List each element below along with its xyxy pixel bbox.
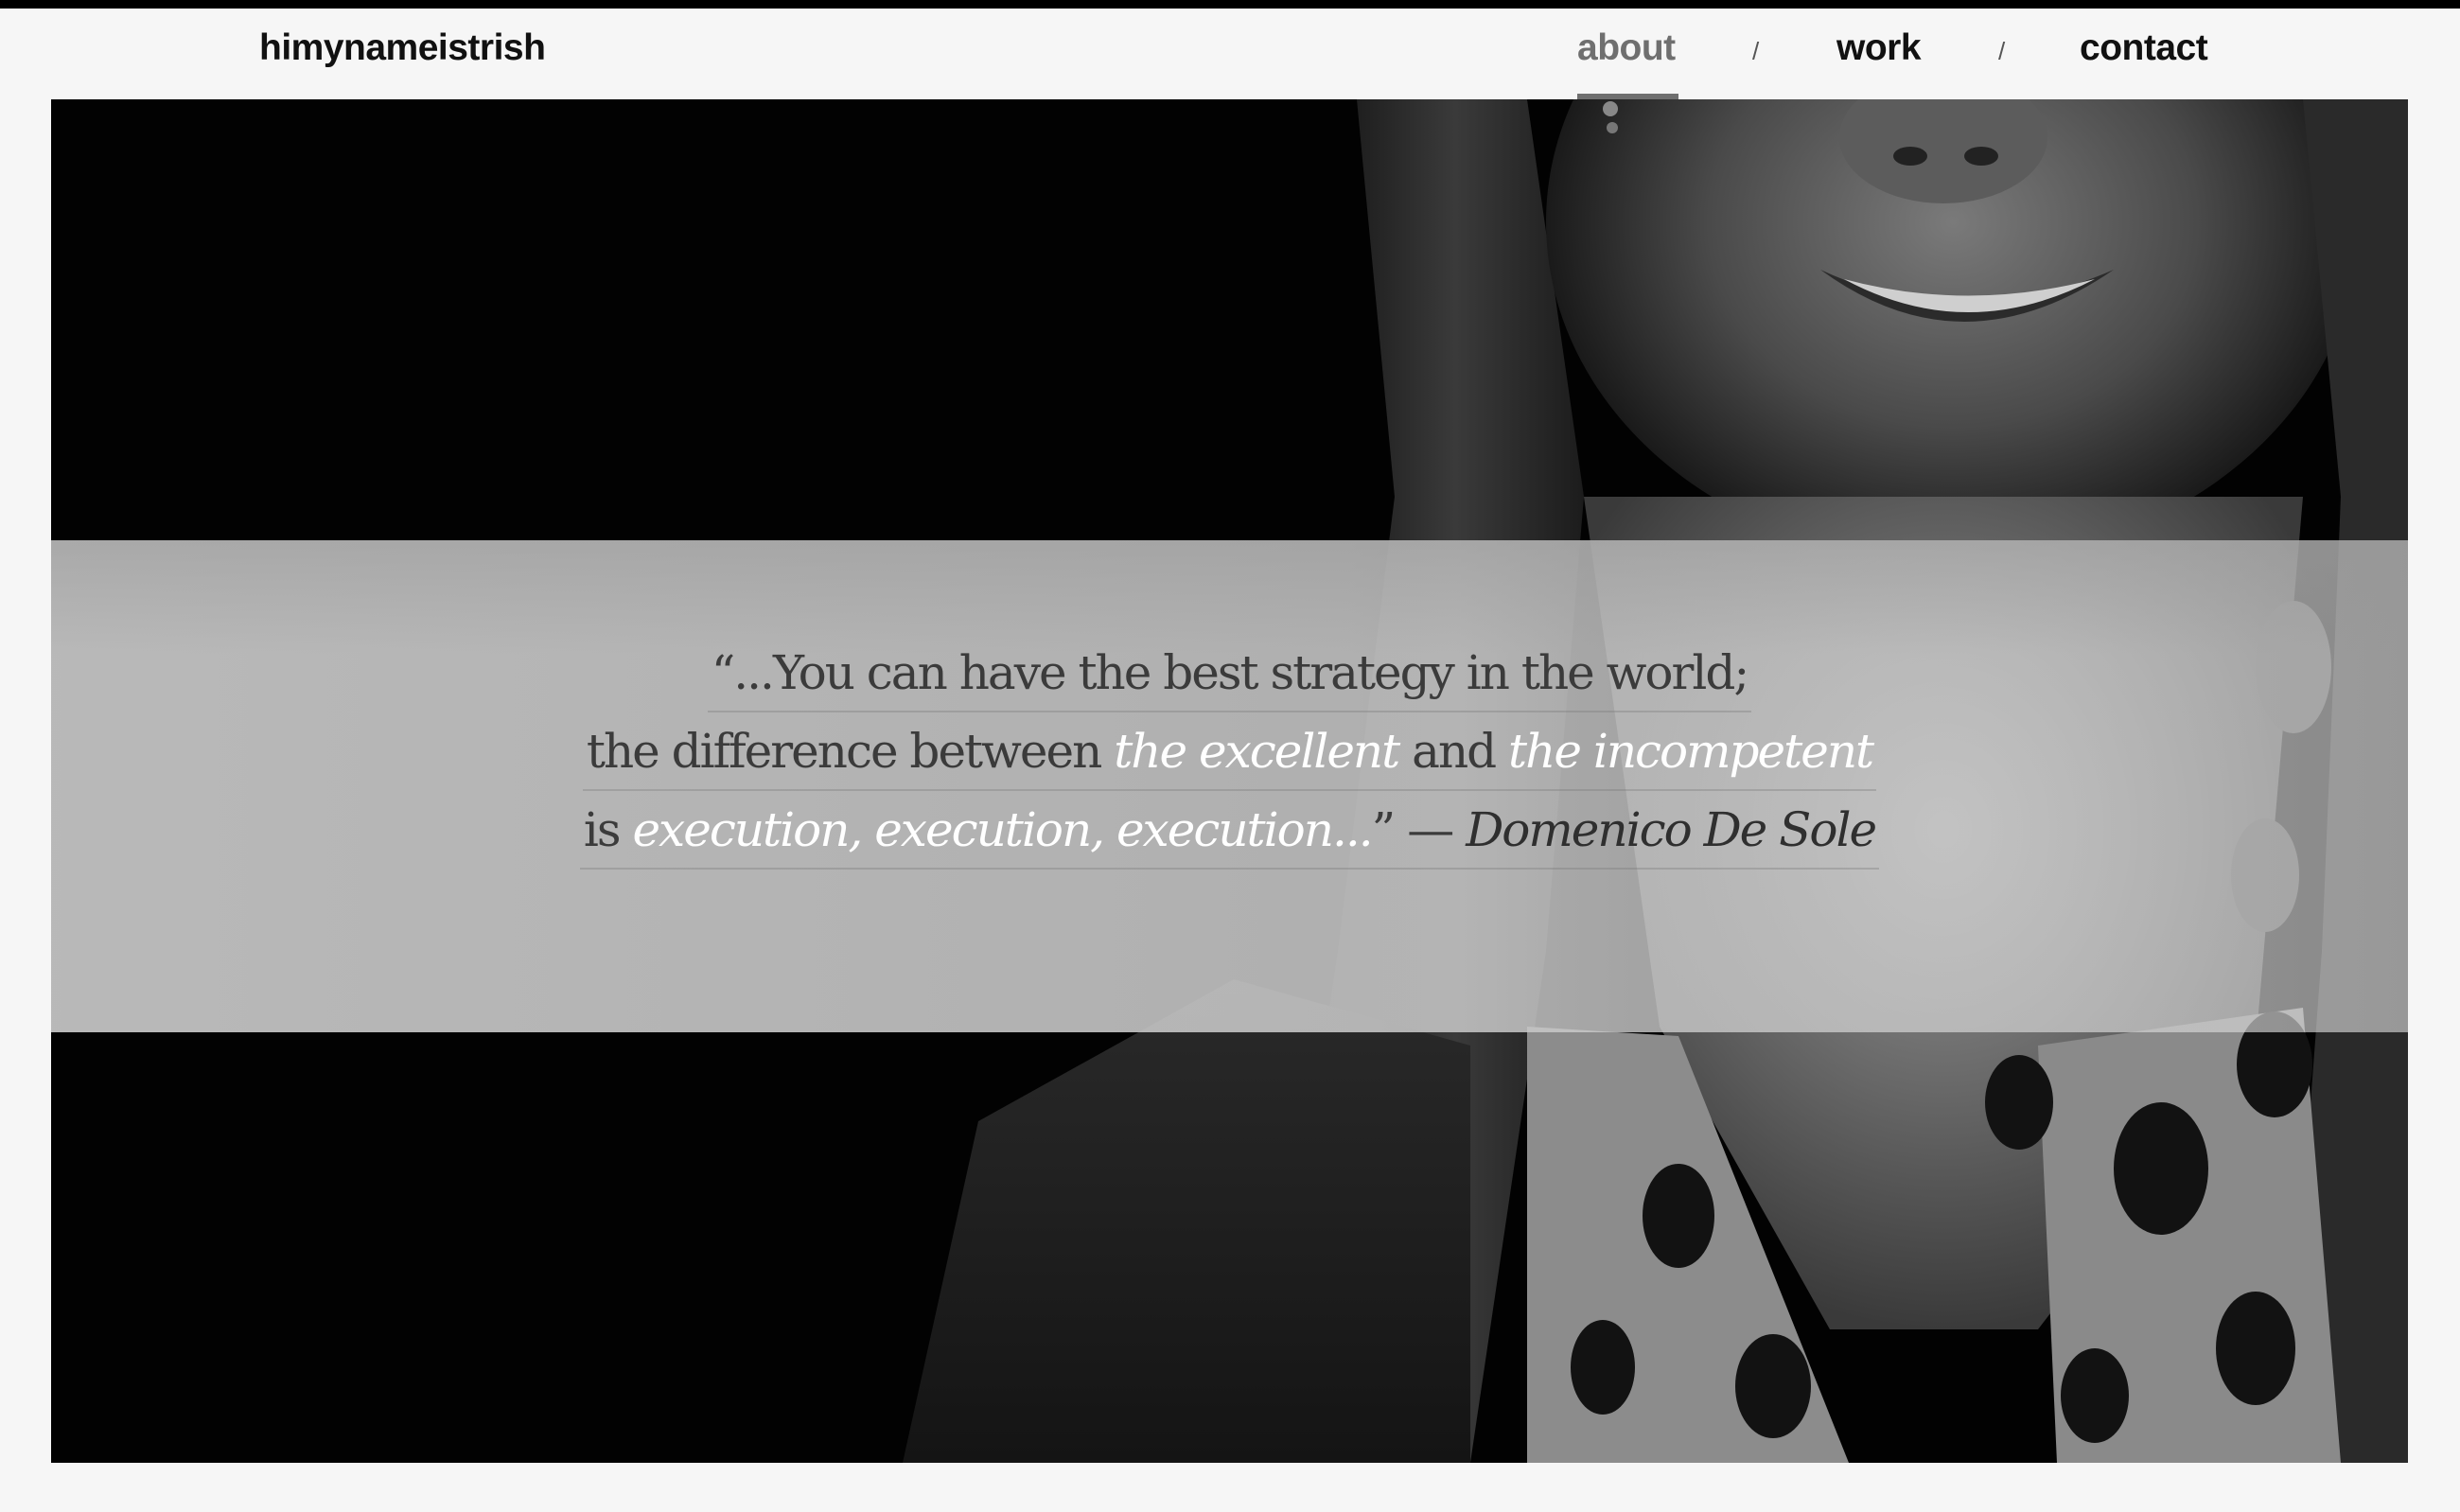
quote-emphasis: the incompetent [1508,724,1874,779]
hero: “...You can have the best strategy in th… [51,99,2408,1463]
nav-separator: / [1998,37,2006,65]
nav-separator: / [1752,37,1760,65]
site-header: himynameistrish about / work / contact [0,9,2460,101]
quote-text: is [583,802,633,857]
top-rule [0,0,2460,9]
quote-dash: — [1407,802,1454,857]
quote-line-2: the difference between the excellent and… [582,713,1877,791]
quote: “...You can have the best strategy in th… [51,635,2408,870]
quote-band: “...You can have the best strategy in th… [51,540,2408,1032]
quote-text: the difference between [586,724,1115,779]
nav-work[interactable]: work [1836,27,1922,69]
quote-text: and [1398,724,1509,779]
site-logo[interactable]: himynameistrish [259,27,546,69]
quote-emphasis: execution, execution, execution... [632,802,1373,857]
quote-close-mark: ” [1371,802,1397,857]
nav-about[interactable]: about [1577,27,1676,69]
quote-author: Domenico De Sole [1466,802,1877,857]
quote-emphasis: the excellent [1114,724,1400,779]
nav-contact[interactable]: contact [2080,27,2208,69]
quote-line-1: “...You can have the best strategy in th… [707,635,1752,712]
quote-line-3: is execution, execution, execution...” — D… [579,792,1880,870]
